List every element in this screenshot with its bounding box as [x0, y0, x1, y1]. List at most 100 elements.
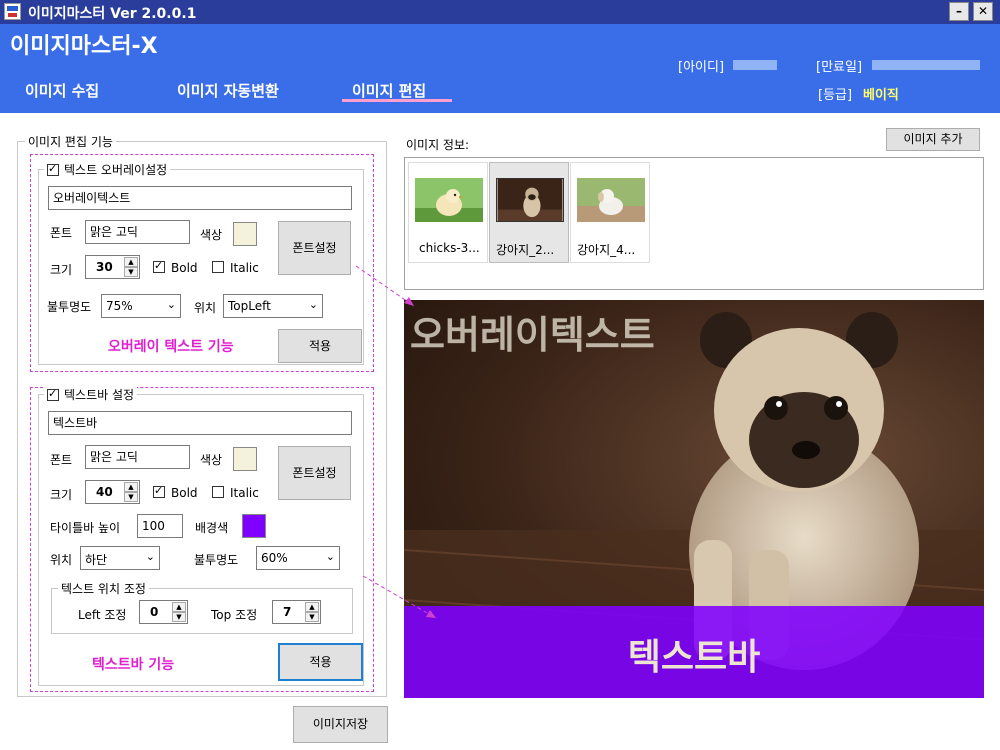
overlay-checkbox[interactable] — [47, 162, 59, 176]
overlay-text-input[interactable]: 오버레이텍스트 — [48, 186, 352, 210]
chevron-down-icon: ⌄ — [325, 550, 335, 563]
textbar-checkbox[interactable] — [47, 387, 59, 401]
spin-up-icon[interactable]: ▲ — [124, 482, 138, 492]
thumbnail-label: 강아지_4... — [577, 243, 636, 257]
user-id-value — [733, 60, 777, 70]
textbar-italic-checkbox[interactable] — [212, 486, 224, 498]
overlay-legend: 텍스트 오버레이설정 — [44, 161, 171, 178]
overlay-font-label: 폰트 — [50, 226, 73, 240]
overlay-size-stepper[interactable]: 30 ▲ ▼ — [85, 255, 140, 279]
overlay-italic-label: Italic — [230, 261, 259, 275]
textbar-bold-checkbox[interactable] — [153, 484, 165, 498]
chevron-down-icon: ⌄ — [166, 298, 176, 311]
window-titlebar: 이미지마스터 Ver 2.0.0.1 – ✕ — [0, 0, 1000, 24]
thumbnail-chicks-image — [415, 178, 483, 222]
active-tab-indicator — [342, 99, 452, 102]
textbar-legend: 텍스트바 설정 — [44, 386, 138, 403]
minimize-button[interactable]: – — [949, 2, 969, 21]
edit-group-title: 이미지 편집 기능 — [25, 133, 116, 150]
spin-up-icon[interactable]: ▲ — [305, 602, 319, 612]
thumbnail-label: chicks-3... — [419, 241, 480, 255]
add-image-button[interactable]: 이미지 추가 — [886, 128, 980, 151]
textbar-position-label: 위치 — [50, 553, 73, 567]
textbar-size-label: 크기 — [50, 488, 73, 502]
overlay-italic-checkbox[interactable] — [212, 261, 224, 273]
textbar-feature-caption: 텍스트바 기능 — [92, 657, 175, 673]
save-image-button[interactable]: 이미지저장 — [293, 706, 388, 743]
overlay-bold-label: Bold — [171, 261, 198, 275]
textbar-color-label: 색상 — [200, 453, 223, 467]
expiry-label: [만료일] — [816, 60, 863, 75]
text-position-adjust-title: 텍스트 위치 조정 — [58, 580, 149, 597]
thumbnail-pug-image — [496, 178, 564, 222]
textbar-size-stepper[interactable]: 40 ▲ ▼ — [85, 480, 140, 504]
spin-down-icon[interactable]: ▼ — [124, 267, 138, 277]
top-adjust-stepper[interactable]: 7 ▲ ▼ — [272, 600, 321, 624]
thumbnail-puppy-image — [577, 178, 645, 222]
overlay-color-swatch[interactable] — [233, 222, 257, 246]
close-button[interactable]: ✕ — [973, 2, 993, 21]
textbar-text-input[interactable]: 텍스트바 — [48, 411, 352, 435]
spin-down-icon[interactable]: ▼ — [305, 612, 319, 622]
textbar-opacity-select[interactable]: 60% ⌄ — [256, 546, 340, 570]
app-icon — [4, 3, 21, 20]
chevron-down-icon: ⌄ — [308, 298, 318, 311]
textbar-font-label: 폰트 — [50, 453, 73, 467]
textbar-color-swatch[interactable] — [233, 447, 257, 471]
textbar-apply-button[interactable]: 적용 — [278, 643, 363, 681]
overlay-feature-caption: 오버레이 텍스트 기능 — [108, 339, 234, 355]
overlay-apply-button[interactable]: 적용 — [278, 329, 362, 363]
textbar-checkbox-label: 텍스트바 설정 — [64, 388, 135, 402]
expiry-value — [872, 60, 980, 70]
window-title: 이미지마스터 Ver 2.0.0.1 — [28, 6, 197, 22]
preview-textbar-text: 텍스트바 — [627, 637, 761, 678]
overlay-size-value: 30 — [96, 260, 113, 274]
overlay-color-label: 색상 — [200, 228, 223, 242]
textbar-italic-label: Italic — [230, 486, 259, 500]
textbar-position-select[interactable]: 하단 ⌄ — [80, 546, 160, 570]
thumbnail-item[interactable]: chicks-3... — [408, 162, 488, 263]
preview-overlay-text: 오버레이텍스트 — [410, 313, 655, 357]
thumbnail-item[interactable]: 강아지_4... — [570, 162, 650, 263]
spin-up-icon[interactable]: ▲ — [172, 602, 186, 612]
image-info-label: 이미지 정보: — [406, 138, 470, 152]
textbar-font-settings-button[interactable]: 폰트설정 — [278, 446, 351, 500]
textbar-font-input[interactable]: 맑은 고딕 — [85, 445, 190, 469]
spin-down-icon[interactable]: ▼ — [172, 612, 186, 622]
top-adjust-label: Top 조정 — [211, 608, 258, 622]
tab-image-autoconvert[interactable]: 이미지 자동변환 — [177, 80, 279, 101]
spin-up-icon[interactable]: ▲ — [124, 257, 138, 267]
textbar-size-value: 40 — [96, 485, 113, 499]
overlay-position-select[interactable]: TopLeft ⌄ — [223, 294, 323, 318]
bg-color-label: 배경색 — [195, 521, 229, 535]
titlebar-height-label: 타이틀바 높이 — [50, 521, 121, 535]
user-id-label: [아이디] — [678, 60, 725, 75]
app-header: 이미지마스터-X [아이디] [만료일] [등급] 베이직 — [0, 24, 1000, 113]
overlay-checkbox-label: 텍스트 오버레이설정 — [64, 163, 168, 177]
left-adjust-stepper[interactable]: 0 ▲ ▼ — [139, 600, 188, 624]
overlay-position-value: TopLeft — [228, 299, 271, 313]
overlay-opacity-select[interactable]: 75% ⌄ — [101, 294, 181, 318]
overlay-bold-checkbox[interactable] — [153, 259, 165, 273]
chevron-down-icon: ⌄ — [145, 550, 155, 563]
overlay-opacity-value: 75% — [106, 299, 133, 313]
left-adjust-value: 0 — [150, 605, 159, 619]
brand-title: 이미지마스터-X — [10, 34, 158, 59]
spin-down-icon[interactable]: ▼ — [124, 492, 138, 502]
preview-textbar: 텍스트바 — [404, 606, 984, 698]
image-preview: 오버레이텍스트 텍스트바 — [404, 300, 984, 698]
titlebar-height-input[interactable]: 100 — [137, 514, 183, 538]
thumbnail-label: 강아지_2... — [496, 243, 555, 257]
textbar-position-value: 하단 — [85, 553, 108, 567]
tab-image-edit[interactable]: 이미지 편집 — [352, 80, 426, 101]
grade-value: 베이직 — [863, 88, 899, 103]
grade-label: [등급] — [818, 88, 853, 103]
overlay-position-label: 위치 — [194, 301, 217, 315]
thumbnail-item-selected[interactable]: 강아지_2... — [489, 162, 569, 263]
overlay-size-label: 크기 — [50, 263, 73, 277]
bg-color-swatch[interactable] — [242, 514, 266, 538]
top-adjust-value: 7 — [283, 605, 292, 619]
overlay-font-input[interactable]: 맑은 고딕 — [85, 220, 190, 244]
overlay-font-settings-button[interactable]: 폰트설정 — [278, 221, 351, 275]
tab-image-collect[interactable]: 이미지 수집 — [25, 80, 99, 101]
